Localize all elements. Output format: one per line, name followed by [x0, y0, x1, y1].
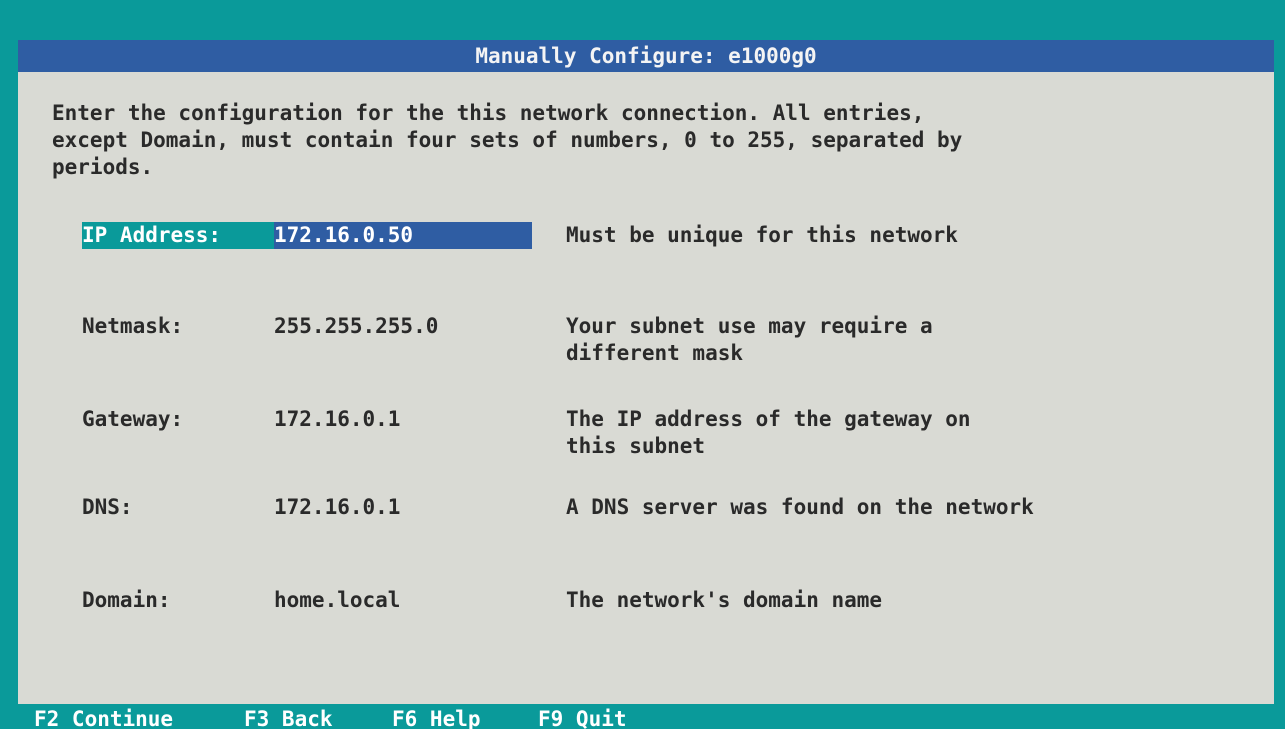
instructions-text: Enter the configuration for the this net…	[52, 101, 963, 179]
domain-hint: The network's domain name	[566, 588, 883, 612]
ip-address-hint: Must be unique for this network	[566, 223, 958, 247]
function-key-bar: F2 Continue F3 Back F6 Help F9 Quit	[18, 704, 1274, 729]
gateway-input[interactable]: 172.16.0.1	[274, 406, 400, 433]
netmask-label: Netmask:	[82, 314, 184, 338]
ip-address-label: IP Address:	[82, 222, 274, 249]
back-button[interactable]: F3 Back	[244, 704, 333, 729]
netmask-hint: Your subnet use may require a different …	[566, 314, 933, 365]
gateway-label: Gateway:	[82, 407, 184, 431]
configure-dialog: Manually Configure: e1000g0 Enter the co…	[18, 40, 1274, 704]
dialog-title: Manually Configure: e1000g0	[18, 40, 1274, 72]
gateway-hint: The IP address of the gateway on this su…	[566, 407, 971, 458]
netmask-input[interactable]: 255.255.255.0	[274, 313, 438, 340]
domain-input[interactable]: home.local	[274, 587, 400, 614]
continue-button[interactable]: F2 Continue	[34, 704, 173, 729]
dns-input[interactable]: 172.16.0.1	[274, 494, 400, 521]
ip-address-input[interactable]: 172.16.0.50	[274, 222, 532, 249]
help-button[interactable]: F6 Help	[392, 704, 481, 729]
dns-hint: A DNS server was found on the network	[566, 495, 1034, 519]
domain-label: Domain:	[82, 588, 171, 612]
dns-label: DNS:	[82, 495, 133, 519]
quit-button[interactable]: F9 Quit	[538, 704, 627, 729]
